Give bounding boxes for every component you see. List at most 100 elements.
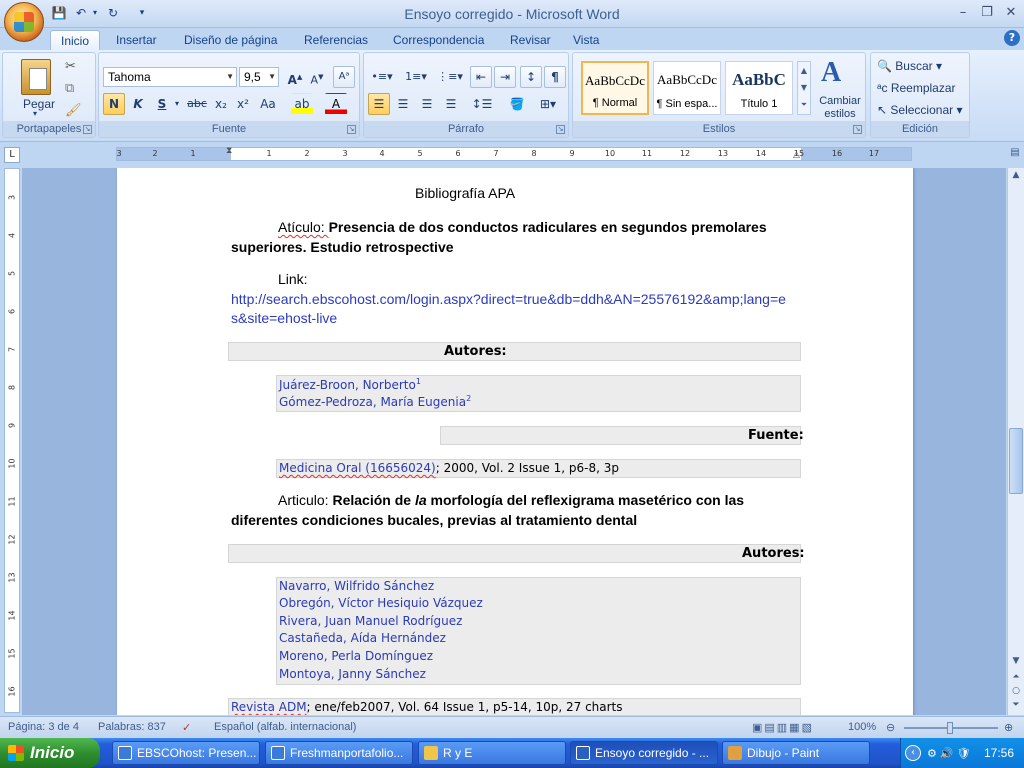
- page-count[interactable]: Página: 3 de 4: [8, 721, 79, 733]
- clock[interactable]: 17:56: [984, 746, 1014, 760]
- font-name-combo[interactable]: Tahoma ▼: [103, 67, 237, 87]
- highlight-icon[interactable]: ab: [291, 93, 313, 115]
- scroll-thumb[interactable]: [1009, 428, 1023, 494]
- tab-inicio[interactable]: Inicio: [50, 30, 101, 52]
- title-bar: 💾 ↶ ▾ ↻ ▾ Ensoyo corregido - Microsoft W…: [0, 0, 1024, 28]
- office-button[interactable]: [4, 2, 44, 42]
- underline-dropdown-icon[interactable]: ▾: [173, 93, 181, 115]
- first-line-indent-marker[interactable]: ⧗: [226, 146, 232, 156]
- next-page-icon[interactable]: ⏷: [1010, 700, 1022, 712]
- align-left-icon[interactable]: ☰: [368, 93, 390, 115]
- language-indicator[interactable]: Español (alfab. internacional): [214, 721, 356, 733]
- tab-correspondencia[interactable]: Correspondencia: [383, 30, 494, 50]
- justify-icon[interactable]: ☰: [440, 93, 462, 115]
- paste-dropdown-icon[interactable]: ▾: [33, 109, 37, 118]
- link-url-line1[interactable]: http://search.ebscohost.com/login.aspx?d…: [231, 291, 786, 307]
- close-button[interactable]: ✕: [1000, 4, 1022, 22]
- zoom-slider-handle[interactable]: [947, 722, 953, 734]
- document-page[interactable]: Bibliografía APA Atículo: Presencia de d…: [117, 168, 913, 715]
- tray-expand-icon[interactable]: ‹: [905, 745, 921, 761]
- browse-object-icon[interactable]: ○: [1010, 686, 1022, 698]
- vertical-ruler[interactable]: 3 4 5 6 7 8 9 10 11 12 13 14 15 16: [4, 168, 20, 713]
- tray-icons[interactable]: ⚙🔊🛡: [927, 747, 974, 760]
- right-indent-marker[interactable]: △: [793, 150, 800, 160]
- ruler-tick: 3: [7, 194, 17, 201]
- styles-launcher-icon[interactable]: ↘: [853, 125, 862, 134]
- style-normal[interactable]: AaBbCcDc ¶ Normal: [581, 61, 649, 115]
- link-url-line2[interactable]: s&site=ehost-live: [231, 310, 337, 326]
- scroll-down-icon[interactable]: ▼: [1010, 656, 1022, 668]
- font-color-icon[interactable]: A: [325, 93, 347, 115]
- tab-diseno-pagina[interactable]: Diseño de página: [174, 30, 287, 50]
- pilcrow-icon[interactable]: ¶: [544, 66, 566, 88]
- decrease-indent-icon[interactable]: ⇤: [470, 66, 492, 88]
- cut-icon[interactable]: ✂: [65, 59, 76, 74]
- paragraph-launcher-icon[interactable]: ↘: [556, 125, 565, 134]
- grow-font-icon[interactable]: A▲: [285, 66, 305, 88]
- zoom-in-icon[interactable]: ⊕: [1004, 721, 1013, 734]
- sort-icon[interactable]: ↕: [520, 66, 542, 88]
- zoom-level[interactable]: 100%: [848, 721, 876, 733]
- word-count[interactable]: Palabras: 837: [98, 721, 166, 733]
- minimize-button[interactable]: –: [952, 4, 974, 22]
- find-button[interactable]: 🔍 Buscar ▾: [877, 59, 942, 73]
- scroll-up-icon[interactable]: ▲: [1010, 170, 1022, 182]
- superscript-button[interactable]: x²: [233, 93, 253, 115]
- change-case-button[interactable]: Aa: [257, 93, 279, 115]
- zoom-out-icon[interactable]: ⊖: [886, 721, 895, 734]
- multilevel-list-icon[interactable]: ⋮≡▾: [436, 66, 464, 88]
- restore-button[interactable]: ❐: [976, 4, 998, 22]
- tab-referencias[interactable]: Referencias: [294, 30, 378, 50]
- help-icon[interactable]: ?: [1004, 30, 1020, 46]
- shrink-font-icon[interactable]: A▼: [307, 66, 327, 88]
- horizontal-ruler[interactable]: 3 2 1 1 2 3 4 5 6 7 8 9 10 11 12 13 14 1…: [116, 146, 912, 161]
- select-button[interactable]: ↖ Seleccionar ▾: [877, 103, 962, 117]
- underline-button[interactable]: S: [151, 93, 173, 115]
- numbering-icon[interactable]: 1≡▾: [402, 66, 430, 88]
- view-ruler-icon[interactable]: ▤: [1007, 147, 1023, 163]
- start-button[interactable]: Inicio: [0, 738, 100, 768]
- style-titulo-1[interactable]: AaBbC Título 1: [725, 61, 793, 115]
- tab-vista[interactable]: Vista: [563, 30, 609, 50]
- increase-indent-icon[interactable]: ⇥: [494, 66, 516, 88]
- task-ebscohost[interactable]: EBSCOhost: Presen...: [112, 741, 260, 765]
- font-name-value: Tahoma: [108, 70, 151, 84]
- task-word-document[interactable]: Ensoyo corregido - ...: [570, 741, 718, 765]
- tab-insertar[interactable]: Insertar: [106, 30, 167, 50]
- shading-icon[interactable]: 🪣: [504, 93, 530, 115]
- task-paint[interactable]: Dibujo - Paint: [722, 741, 870, 765]
- format-painter-icon[interactable]: 🖌: [65, 103, 82, 118]
- task-freshman[interactable]: Freshmanportafolio...: [265, 741, 413, 765]
- change-styles-icon[interactable]: A: [821, 57, 841, 89]
- strikethrough-button[interactable]: abc: [185, 93, 209, 115]
- autor-sup: 2: [466, 394, 472, 403]
- previous-page-icon[interactable]: ⏶: [1010, 672, 1022, 684]
- subscript-button[interactable]: x₂: [211, 93, 231, 115]
- align-center-icon[interactable]: ☰: [392, 93, 414, 115]
- copy-icon[interactable]: ⧉: [65, 81, 74, 96]
- italic-button[interactable]: K: [127, 93, 149, 115]
- task-folder-ry-e[interactable]: R y E: [418, 741, 566, 765]
- find-label: Buscar: [895, 59, 933, 73]
- proofing-icon[interactable]: ✓: [182, 721, 191, 734]
- clipboard-launcher-icon[interactable]: ↘: [83, 125, 92, 134]
- bullets-icon[interactable]: •≡▾: [368, 66, 396, 88]
- line-spacing-icon[interactable]: ↕☰: [468, 93, 496, 115]
- paste-icon[interactable]: [21, 59, 51, 95]
- tab-revisar[interactable]: Revisar: [500, 30, 561, 50]
- font-size-combo[interactable]: 9,5 ▼: [239, 67, 279, 87]
- align-right-icon[interactable]: ☰: [416, 93, 438, 115]
- change-styles-button[interactable]: Cambiar estilos: [817, 95, 863, 121]
- view-buttons[interactable]: ▣▤▥▦▧: [752, 721, 814, 734]
- borders-icon[interactable]: ⊞▾: [534, 93, 562, 115]
- bold-button[interactable]: N: [103, 93, 125, 115]
- style-sin-espaciado[interactable]: AaBbCcDc ¶ Sin espa...: [653, 61, 721, 115]
- styles-scroll[interactable]: ▲ ▼ ⏷: [797, 61, 811, 115]
- font-launcher-icon[interactable]: ↘: [347, 125, 356, 134]
- clear-format-icon[interactable]: Aᵃ: [333, 66, 355, 88]
- vertical-scrollbar[interactable]: ▲ ▼ ⏶ ○ ⏷: [1007, 168, 1024, 715]
- tab-selector-icon[interactable]: L: [4, 147, 20, 163]
- paste-button[interactable]: Pegar: [23, 97, 55, 111]
- replace-button[interactable]: ᵃc Reemplazar: [877, 81, 956, 95]
- ruler-tick: 16: [7, 686, 17, 697]
